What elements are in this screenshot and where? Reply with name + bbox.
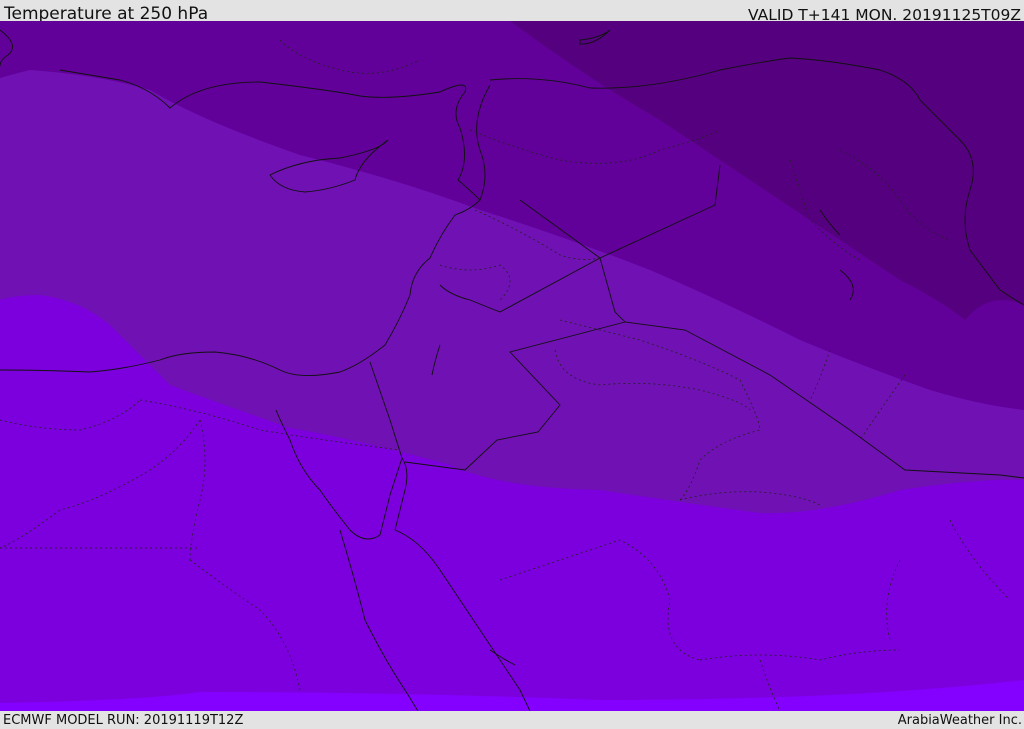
header-bar: Temperature at 250 hPa VALID T+141 MON. … <box>0 0 1024 24</box>
temperature-map <box>0 21 1024 711</box>
footer-bar: ECMWF MODEL RUN: 20191119T12Z ArabiaWeat… <box>0 711 1024 729</box>
model-run: ECMWF MODEL RUN: 20191119T12Z <box>3 713 244 728</box>
map-panel[interactable] <box>0 21 1024 711</box>
credit: ArabiaWeather Inc. <box>897 713 1022 728</box>
